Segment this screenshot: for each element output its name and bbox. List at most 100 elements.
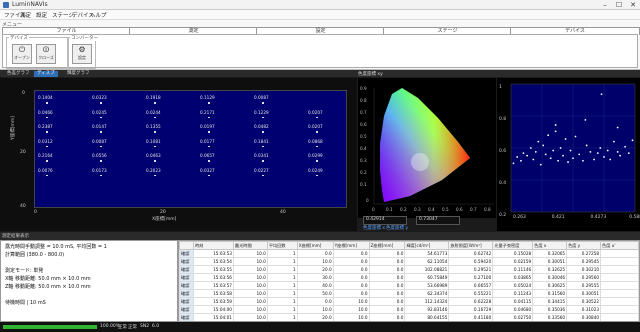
menu-help[interactable]: ヘルプ [90, 11, 107, 19]
table-cell: 60.75849 [404, 273, 450, 282]
cie-y-link[interactable]: 色度座標 y [386, 225, 408, 231]
table-cell: 0.05024 [492, 281, 534, 290]
cie-y-value[interactable]: 0.73047 [416, 216, 460, 225]
table-cell: 15:03:53 [192, 249, 234, 258]
scatter-point [564, 138, 567, 140]
table-header[interactable]: Z座標[mm] [368, 241, 406, 250]
unplug-icon: ⏼ [42, 45, 50, 54]
table-cell: 0.35036 [532, 305, 568, 314]
table-cell: 10.0 [232, 265, 268, 274]
minimize-button[interactable]: – [598, 0, 612, 10]
table-header[interactable]: 時刻 [192, 241, 234, 250]
table-header[interactable]: 色度 y [566, 241, 602, 250]
table-cell: 0.33560 [532, 313, 568, 321]
table-cell: 30.0 [296, 273, 334, 282]
heatmap-value: 0.0341 [254, 153, 269, 158]
scatter-point [582, 159, 584, 162]
heatmap-plot[interactable] [34, 90, 347, 208]
cie-x-link[interactable]: 色度座標 x [363, 225, 385, 231]
heatmap-value: 0.0173 [92, 167, 107, 173]
panel-tab-strip [0, 70, 640, 77]
table-header[interactable]: 放射照度[W/m²] [448, 241, 494, 250]
close-button[interactable]: ✕ [626, 0, 640, 10]
table-cell [600, 313, 639, 321]
scatter-point [549, 157, 552, 160]
table-header[interactable]: 露光時間 [232, 241, 268, 250]
table-row[interactable]: 確認 15:04:01 10.0 1 20.0 10.0 0.0 80.64155 0.4118… [179, 313, 639, 321]
converter-group-caption: コンバーター [70, 35, 99, 41]
table-cell: 1 [266, 249, 298, 258]
menu-measure[interactable]: 測定 [20, 11, 31, 19]
table-cell [600, 273, 639, 282]
scatter-ytick: 1 [499, 84, 502, 90]
tab-chromaticity-graph[interactable]: 色差グラフ [4, 71, 33, 77]
table-cell: 0.30046 [532, 273, 568, 282]
heatmap-value: 0.0657 [200, 153, 215, 158]
table-cell: 0.62742 [448, 249, 494, 258]
table-cell: 0.0 [368, 297, 406, 306]
heatmap-value: 0.0249 [308, 167, 323, 173]
table-row[interactable]: 確認 15:03:55 10.0 1 20.0 0.0 0.0 102.08821 0.2952… [179, 265, 639, 274]
scatter-point [516, 156, 519, 158]
table-header[interactable] [179, 241, 194, 250]
table-cell: 0.30625 [532, 281, 568, 290]
menu-stage[interactable]: ステージ [52, 11, 74, 19]
close-device-button[interactable]: ⏼ クローズ [36, 44, 56, 64]
table-header[interactable]: Y座標[mm] [332, 241, 370, 250]
table-header[interactable]: 色度 u' [600, 241, 639, 250]
heatmap-value: 0.2164 [38, 153, 53, 158]
table-cell [600, 265, 639, 274]
heatmap-value: 0.2387 [38, 124, 53, 129]
table-header[interactable]: 光量子束密度 [492, 241, 534, 250]
cie-panel-title: 色度座標 xy [358, 72, 383, 77]
table-cell: 0.31023 [566, 305, 602, 314]
heatmap-xtick: 20 [160, 210, 166, 215]
scatter-point [584, 118, 587, 121]
table-cell: 0.62228 [448, 297, 494, 306]
heatmap-point [100, 131, 102, 133]
heatmap-value: 0.0087 [92, 138, 107, 144]
table-header[interactable]: 平均回数 [266, 241, 298, 250]
table-row[interactable]: 確認 15:03:54 10.0 1 10.0 0.0 0.0 62.11054 0.59420… [179, 257, 639, 266]
scatter-point [552, 149, 555, 152]
menu-settings[interactable]: 設定 [36, 11, 47, 19]
open-button[interactable]: ⏻ オープン [12, 44, 32, 64]
scatter-point [589, 150, 592, 153]
results-caption: 測定結果表示 [2, 234, 29, 239]
window-title: LuminNAVIs [12, 1, 48, 8]
table-header[interactable]: X座標[mm] [296, 241, 334, 250]
table-row[interactable]: 確認 15:03:57 10.0 1 40.0 0.0 0.0 53.66989 0.66557… [179, 281, 639, 290]
cie-x-value[interactable]: 0.42914 [363, 216, 407, 225]
table-row[interactable]: 確認 15:03:59 10.0 1 0.0 10.0 0.0 112.14324 0.6222… [179, 297, 639, 306]
heatmap-point [262, 116, 264, 118]
table-row[interactable]: 確認 15:03:53 10.0 1 0.0 0.0 0.0 54.61773 0.62742 0… [179, 249, 639, 258]
cie-ytick: 0.2 [360, 170, 367, 175]
table-row[interactable]: 確認 15:03:58 10.0 1 50.0 0.0 0.0 62.34374 0.55221… [179, 289, 639, 298]
cie-xtick: 0.5 [442, 207, 449, 212]
table-cell: 0.30051 [566, 289, 602, 298]
scatter-point [596, 152, 599, 155]
table-row[interactable]: 確認 15:03:56 10.0 1 30.0 0.0 0.0 60.75849 0.27100… [179, 273, 639, 282]
table-header[interactable]: 輝度[cd/m²] [404, 241, 450, 250]
tab-luminance-graph[interactable]: 輝度グラフ [64, 71, 93, 77]
tab-display[interactable]: ディスプ [34, 71, 58, 77]
cie-xtick: 0.6 [456, 207, 463, 212]
heatmap-point [208, 160, 210, 162]
table-cell: 0.02750 [492, 313, 534, 321]
scatter-point [554, 124, 557, 126]
scatter-point [522, 152, 525, 155]
heatmap-value: 0.0463 [146, 153, 161, 158]
maximize-button[interactable]: ☐ [612, 0, 626, 10]
table-cell: 0.55221 [448, 289, 494, 298]
heatmap-point [208, 116, 210, 118]
converter-settings-button[interactable]: ⚙ 設定 [72, 44, 92, 64]
table-cell: 0.30051 [532, 257, 568, 266]
table-cell: 10.0 [332, 305, 370, 314]
heatmap-value: 0.0327 [200, 167, 215, 173]
heatmap-point [208, 131, 210, 133]
heatmap-value: 0.0076 [38, 167, 53, 173]
table-header[interactable]: 色度 x [532, 241, 568, 250]
table-cell: 0.29545 [566, 257, 602, 266]
table-cell: 0.0 [332, 273, 370, 282]
table-row[interactable]: 確認 15:04:00 10.0 1 10.0 10.0 0.0 92.83146 0.1672… [179, 305, 639, 314]
